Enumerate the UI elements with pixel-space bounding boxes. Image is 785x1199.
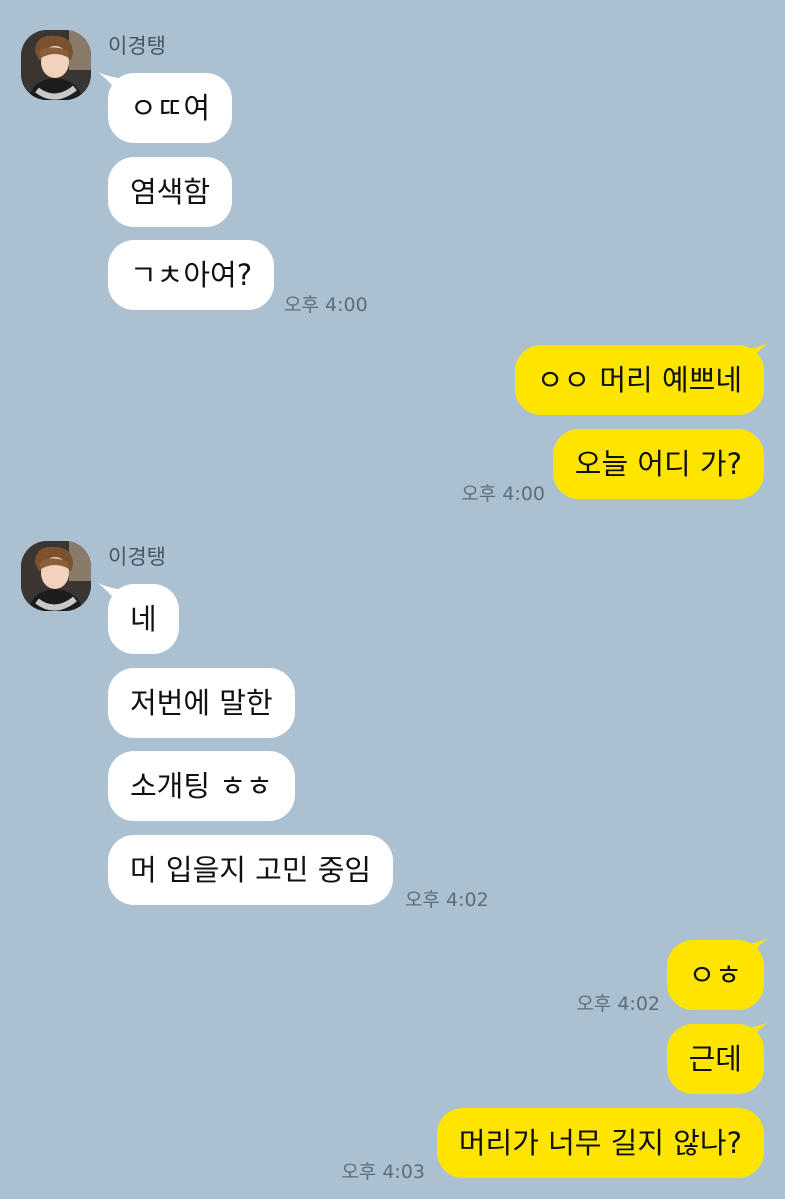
- outgoing-message[interactable]: ㅇㅎ: [666, 940, 764, 1010]
- chat-window: 이경탱 ㅇㄸ여 염색함 ㄱㅊ아여? 오후 4:00 ㅇㅇ 머리 예쁘네 오늘 어…: [0, 0, 785, 1199]
- incoming-message[interactable]: 염색함: [108, 157, 233, 227]
- incoming-message[interactable]: 소개팅 ㅎㅎ: [108, 751, 295, 821]
- sender-name: 이경탱: [108, 545, 166, 569]
- outgoing-message[interactable]: 머리가 너무 길지 않나?: [436, 1108, 764, 1178]
- outgoing-message[interactable]: 근데: [666, 1024, 764, 1094]
- sender-avatar[interactable]: [21, 30, 91, 100]
- message-timestamp: 오후 4:00: [461, 483, 545, 505]
- outgoing-message[interactable]: 오늘 어디 가?: [552, 429, 764, 499]
- incoming-message[interactable]: 저번에 말한: [108, 668, 295, 738]
- outgoing-message[interactable]: ㅇㅇ 머리 예쁘네: [514, 345, 764, 415]
- sender-name: 이경탱: [108, 34, 166, 58]
- message-timestamp: 오후 4:02: [576, 993, 660, 1015]
- incoming-message[interactable]: ㅇㄸ여: [108, 73, 233, 143]
- message-timestamp: 오후 4:02: [405, 889, 489, 911]
- incoming-message[interactable]: 머 입을지 고민 중임: [108, 835, 394, 905]
- incoming-message[interactable]: ㄱㅊ아여?: [108, 240, 275, 310]
- incoming-message[interactable]: 네: [108, 584, 179, 654]
- message-timestamp: 오후 4:03: [341, 1161, 425, 1183]
- sender-avatar[interactable]: [21, 541, 91, 611]
- message-timestamp: 오후 4:00: [284, 294, 368, 316]
